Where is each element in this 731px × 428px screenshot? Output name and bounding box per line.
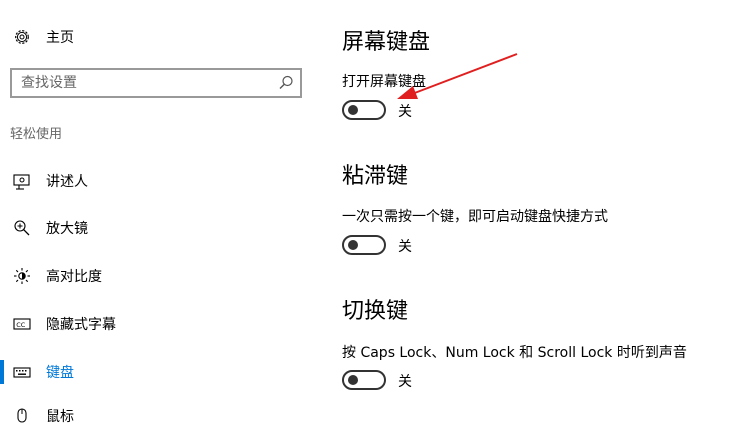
section-title-sticky-keys: 粘滞键 [342,164,409,189]
sidebar-item-mouse[interactable]: 鼠标 [0,404,300,428]
toggle-knob [348,375,358,385]
section-title-toggle-keys: 切换键 [342,299,409,324]
closed-captions-icon: CC [12,314,32,334]
sidebar-item-label: 放大镜 [46,221,88,237]
sidebar-item-high-contrast[interactable]: 高对比度 [0,264,300,288]
toggle-state-label: 关 [398,239,412,255]
sidebar-item-keyboard[interactable]: 键盘 [0,360,300,384]
high-contrast-icon [12,266,32,286]
selected-indicator [0,360,4,384]
sticky-keys-toggle[interactable] [342,235,386,255]
sidebar-item-narrator[interactable]: 讲述人 [0,169,300,193]
on-screen-keyboard-toggle[interactable] [342,100,386,120]
setting-label-on-screen-keyboard: 打开屏幕键盘 [342,74,426,90]
sidebar-item-label: 隐藏式字幕 [46,317,116,333]
search-input[interactable] [21,73,271,93]
search-box[interactable] [10,68,302,98]
group-label-ease-of-access: 轻松使用 [10,127,63,142]
narrator-icon [12,171,32,191]
sidebar-item-label: 鼠标 [46,409,74,425]
gear-icon [12,27,32,47]
toggle-state-label: 关 [398,374,412,390]
toggle-knob [348,105,358,115]
toggle-keys-toggle[interactable] [342,370,386,390]
setting-label-sticky-keys: 一次只需按一个键，即可启动键盘快捷方式 [342,209,608,225]
sidebar-item-label: 讲述人 [46,174,88,190]
search-icon[interactable] [277,74,295,92]
svg-text:CC: CC [16,321,26,329]
home-label: 主页 [46,30,74,46]
setting-label-toggle-keys: 按 Caps Lock、Num Lock 和 Scroll Lock 时听到声音 [342,345,687,361]
keyboard-icon [12,362,32,382]
main-content: 屏幕键盘 打开屏幕键盘 关 粘滞键 一次只需按一个键，即可启动键盘快捷方式 关 … [342,0,731,417]
sidebar: 主页 轻松使用 讲述人 [0,0,320,425]
toggle-knob [348,240,358,250]
section-title-on-screen-keyboard: 屏幕键盘 [342,30,431,55]
home-nav-item[interactable]: 主页 [12,24,74,50]
toggle-state-label: 关 [398,104,412,120]
sidebar-item-label: 高对比度 [46,269,102,285]
sidebar-item-magnifier[interactable]: 放大镜 [0,216,300,240]
mouse-icon [12,406,32,426]
sidebar-item-closed-captions[interactable]: CC 隐藏式字幕 [0,312,300,336]
sidebar-item-label: 键盘 [46,365,74,381]
magnifier-icon [12,218,32,238]
